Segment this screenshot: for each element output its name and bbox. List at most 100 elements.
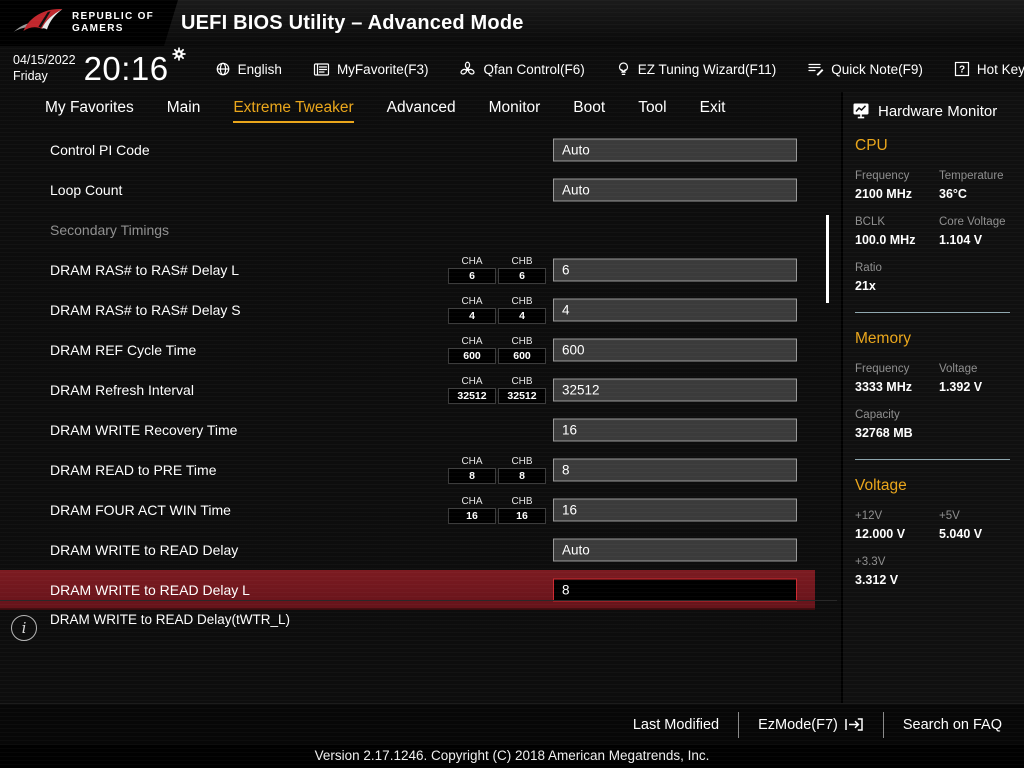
setting-value-field[interactable]: Auto xyxy=(553,178,797,202)
toolbar-item-label: English xyxy=(237,61,282,77)
tab-boot[interactable]: Boot xyxy=(573,99,605,123)
hwm-readout-value: 1.104 V xyxy=(939,233,983,247)
channel-a-label: CHA xyxy=(461,256,483,267)
tab-monitor[interactable]: Monitor xyxy=(489,99,541,123)
hwm-readout-row: Capacity 32768 MB xyxy=(855,394,1024,440)
footer-action-label: Search on FAQ xyxy=(902,716,1002,733)
toolbar-items: English MyFavorite(F3) Qfan Control(F6) EZ … xyxy=(215,61,1024,78)
tab-exit[interactable]: Exit xyxy=(700,99,726,123)
section-header: Secondary Timings xyxy=(0,210,837,250)
setting-value-field[interactable]: 16 xyxy=(553,498,797,522)
setting-value-field[interactable]: 8 xyxy=(553,458,797,482)
rog-eye-logo-icon xyxy=(12,5,64,41)
footer-action-label: Last Modified xyxy=(632,716,720,733)
channel-a-value: 32512 xyxy=(448,388,496,404)
setting-row[interactable]: DRAM Refresh Interval CHA 32512 CHB 32512 325… xyxy=(0,370,837,410)
channel-a-badge: CHA 6 xyxy=(448,256,496,284)
hwm-readout-label: Voltage xyxy=(939,363,978,375)
channel-a-value: 4 xyxy=(448,308,496,324)
time-label: 20:16 xyxy=(83,50,169,87)
note-pencil-icon xyxy=(807,61,824,77)
channel-b-label: CHB xyxy=(511,496,533,507)
hwm-readout: Voltage 1.392 V xyxy=(939,363,1024,394)
page-title: UEFI BIOS Utility – Advanced Mode xyxy=(181,12,524,34)
toolbar-item-qfan-control[interactable]: Qfan Control(F6) xyxy=(459,61,585,78)
channel-a-label: CHA xyxy=(461,336,483,347)
datetime-display: 04/15/2022 Friday 20:16 xyxy=(0,47,190,88)
toolbar-item-hot-keys[interactable]: ? Hot Keys xyxy=(954,61,1024,77)
tab-my-favorites[interactable]: My Favorites xyxy=(45,99,134,123)
hwm-readout-value: 1.392 V xyxy=(939,380,983,394)
tab-main[interactable]: Main xyxy=(167,99,201,123)
toolbar-item-ez-tuning-wizard[interactable]: EZ Tuning Wizard(F11) xyxy=(616,61,776,78)
channel-b-value: 16 xyxy=(498,508,546,524)
setting-row[interactable]: DRAM REF Cycle Time CHA 600 CHB 600 600 xyxy=(0,330,837,370)
channel-a-badge: CHA 600 xyxy=(448,336,496,364)
setting-value-field[interactable]: 600 xyxy=(553,338,797,362)
clock-settings-gear-icon[interactable] xyxy=(172,47,186,61)
hwm-readout-label: Capacity xyxy=(855,409,900,421)
hwm-readout: BCLK 100.0 MHz xyxy=(855,216,939,247)
setting-value-field[interactable]: 32512 xyxy=(553,378,797,402)
toolbar-item-quick-note[interactable]: Quick Note(F9) xyxy=(807,61,923,77)
hwm-readout-label: BCLK xyxy=(855,216,886,228)
channel-b-badge: CHB 32512 xyxy=(498,376,546,404)
setting-row[interactable]: DRAM RAS# to RAS# Delay L CHA 6 CHB 6 6 xyxy=(0,250,837,290)
question-box-icon: ? xyxy=(954,61,970,77)
channel-current-values: CHA 600 CHB 600 xyxy=(448,336,546,364)
clock: 20:16 xyxy=(83,47,186,88)
setting-label: DRAM READ to PRE Time xyxy=(50,462,217,478)
hwm-readout-label: Core Voltage xyxy=(939,216,1006,228)
enter-ezmode-icon xyxy=(844,717,864,732)
setting-value-field[interactable]: Auto xyxy=(553,138,797,162)
hwm-readout: Frequency 3333 MHz xyxy=(855,363,939,394)
setting-value-field[interactable]: 16 xyxy=(553,418,797,442)
hardware-monitor-header: Hardware Monitor xyxy=(843,92,1024,120)
channel-current-values: CHA 32512 CHB 32512 xyxy=(448,376,546,404)
hwm-readout-value: 100.0 MHz xyxy=(855,233,916,247)
tab-extreme-tweaker[interactable]: Extreme Tweaker xyxy=(233,99,354,123)
hwm-readout-value: 3333 MHz xyxy=(855,380,912,394)
toolbar-item-my-favorite[interactable]: MyFavorite(F3) xyxy=(313,61,429,77)
setting-row[interactable]: Loop Count Auto xyxy=(0,170,837,210)
setting-row[interactable]: DRAM WRITE to READ Delay Auto xyxy=(0,530,837,570)
channel-current-values: CHA 4 CHB 4 xyxy=(448,296,546,324)
svg-text:?: ? xyxy=(959,65,965,76)
setting-label: DRAM RAS# to RAS# Delay S xyxy=(50,302,241,318)
date-label: 04/15/2022 Friday xyxy=(13,53,76,83)
setting-value-field[interactable]: 4 xyxy=(553,298,797,322)
footer-search-on-faq-button[interactable]: Search on FAQ xyxy=(903,717,1002,733)
setting-row[interactable]: DRAM FOUR ACT WIN Time CHA 16 CHB 16 16 xyxy=(0,490,837,530)
footer-divider xyxy=(882,711,884,738)
toolbar-item-label: MyFavorite(F3) xyxy=(336,61,429,77)
channel-b-label: CHB xyxy=(511,336,533,347)
scrollbar-thumb[interactable] xyxy=(826,215,829,303)
tab-tool[interactable]: Tool xyxy=(638,99,666,123)
toolbar-item-language[interactable]: English xyxy=(215,61,282,77)
channel-current-values: CHA 8 CHB 8 xyxy=(448,456,546,484)
setting-value-field[interactable]: 8 xyxy=(553,578,797,602)
globe-icon xyxy=(215,61,231,77)
footer-last-modified-button[interactable]: Last Modified xyxy=(633,717,719,733)
hwm-readout-value: 12.000 V xyxy=(855,527,906,541)
hwm-section-title: Memory xyxy=(855,330,911,347)
setting-label: Control PI Code xyxy=(50,142,150,158)
section-divider xyxy=(855,312,1010,313)
setting-row[interactable]: DRAM RAS# to RAS# Delay S CHA 4 CHB 4 4 xyxy=(0,290,837,330)
channel-b-badge: CHB 600 xyxy=(498,336,546,364)
setting-label: DRAM WRITE to READ Delay xyxy=(50,542,239,558)
hwm-readout: Frequency 2100 MHz xyxy=(855,170,939,201)
channel-b-badge: CHB 16 xyxy=(498,496,546,524)
setting-row[interactable]: Control PI Code Auto xyxy=(0,130,837,170)
channel-b-label: CHB xyxy=(511,256,533,267)
hwm-readout-label: Frequency xyxy=(855,363,910,375)
lightbulb-icon xyxy=(616,61,631,78)
setting-row[interactable]: DRAM WRITE Recovery Time 16 xyxy=(0,410,837,450)
tab-advanced[interactable]: Advanced xyxy=(387,99,456,123)
channel-b-value: 32512 xyxy=(498,388,546,404)
setting-value-field[interactable]: 6 xyxy=(553,258,797,282)
footer-ez-mode-button[interactable]: EzMode(F7) xyxy=(758,717,864,733)
setting-row[interactable]: DRAM READ to PRE Time CHA 8 CHB 8 8 xyxy=(0,450,837,490)
setting-value-field[interactable]: Auto xyxy=(553,538,797,562)
help-description-box: i DRAM WRITE to READ Delay(tWTR_L) xyxy=(0,600,837,703)
